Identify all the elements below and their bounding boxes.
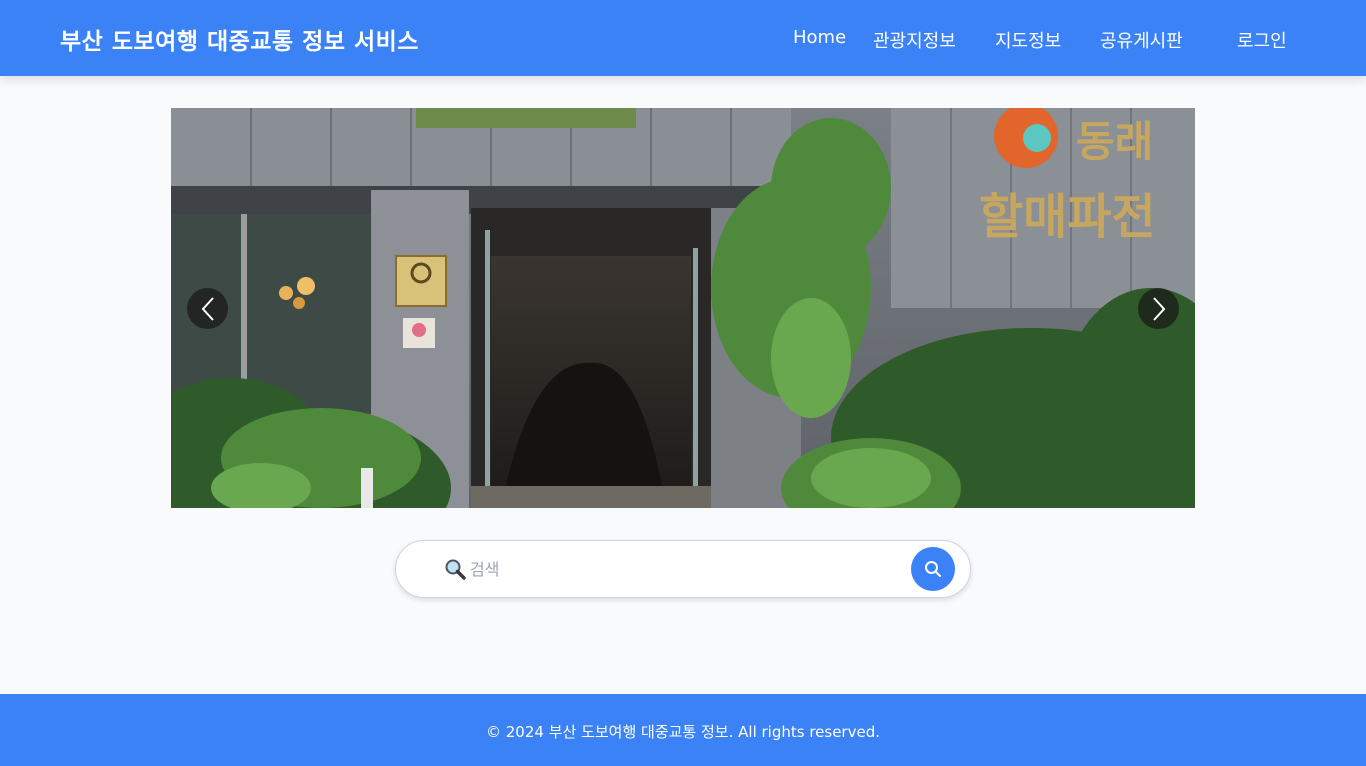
magnifier-emoji-icon xyxy=(445,559,466,580)
site-footer: © 2024 부산 도보여행 대중교통 정보. All rights reser… xyxy=(0,694,1366,766)
nav-login[interactable]: 로그인 xyxy=(1237,27,1287,53)
footer-copyright: © 2024 부산 도보여행 대중교통 정보. All rights reser… xyxy=(485,723,880,741)
carousel-prev-button[interactable] xyxy=(187,288,228,329)
site-header: 부산 도보여행 대중교통 정보 서비스 Home 관광지정보 지도정보 공유게시… xyxy=(0,0,1366,76)
image-carousel: 동래 할매파전 xyxy=(171,108,1195,508)
search-input[interactable] xyxy=(470,553,900,585)
nav-home[interactable]: Home xyxy=(793,27,846,48)
search-icon xyxy=(925,561,941,577)
carousel-next-button[interactable] xyxy=(1138,288,1179,329)
nav-map-info[interactable]: 지도정보 xyxy=(995,27,1061,53)
carousel-image: 동래 할매파전 xyxy=(171,108,1195,508)
search-button[interactable] xyxy=(911,547,955,591)
sign-text-top: 동래 xyxy=(1076,117,1153,166)
chevron-right-icon xyxy=(1152,296,1165,321)
site-title: 부산 도보여행 대중교통 정보 서비스 xyxy=(60,29,419,55)
search-bar xyxy=(395,540,971,598)
nav-share-board[interactable]: 공유게시판 xyxy=(1100,27,1183,53)
nav-tourist-info[interactable]: 관광지정보 xyxy=(873,27,956,53)
chevron-left-icon xyxy=(201,296,214,321)
sign-text-bottom: 할매파전 xyxy=(979,189,1156,245)
